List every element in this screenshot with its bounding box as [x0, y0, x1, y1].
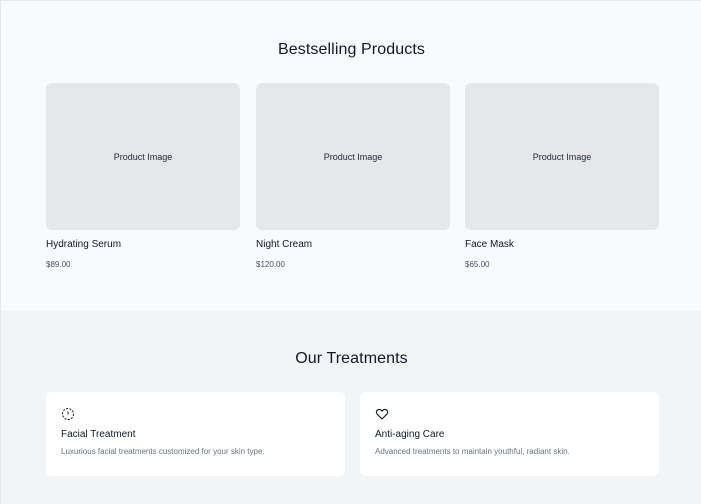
- treatments-title: Our Treatments: [295, 350, 408, 367]
- product-price: $120.00: [256, 260, 285, 269]
- sparkle-icon: [62, 408, 74, 420]
- treatments-section: Our Treatments Facial Treatment Luxuriou…: [1, 311, 701, 504]
- product-price: $89.00: [46, 260, 71, 269]
- treatment-card-anti-aging[interactable]: Anti-aging Care Advanced treatments to m…: [360, 392, 659, 476]
- product-image[interactable]: Product Image: [46, 83, 240, 230]
- treatment-card-facial[interactable]: Facial Treatment Luxurious facial treatm…: [46, 392, 345, 476]
- product-image[interactable]: Product Image: [256, 83, 450, 230]
- product-image[interactable]: Product Image: [465, 83, 659, 230]
- treatment-description: Luxurious facial treatments customized f…: [61, 447, 265, 456]
- product-name[interactable]: Hydrating Serum: [46, 239, 240, 250]
- product-card-hydrating-serum[interactable]: Product Image Hydrating Serum $89.00: [46, 83, 240, 269]
- product-name[interactable]: Night Cream: [256, 239, 450, 250]
- treatment-description: Advanced treatments to maintain youthful…: [375, 447, 570, 456]
- product-card-face-mask[interactable]: Product Image Face Mask $65.00: [465, 83, 659, 269]
- page: Bestselling Products Product Image Hydra…: [0, 0, 701, 504]
- product-image-label: Product Image: [323, 151, 383, 162]
- heart-icon: [375, 408, 389, 420]
- treatment-title: Anti-aging Care: [375, 429, 445, 440]
- product-price: $65.00: [465, 260, 490, 269]
- treatment-title: Facial Treatment: [61, 429, 136, 440]
- product-name[interactable]: Face Mask: [465, 239, 659, 250]
- product-image-label: Product Image: [532, 151, 592, 162]
- product-card-night-cream[interactable]: Product Image Night Cream $120.00: [256, 83, 450, 269]
- bestsellers-section: Bestselling Products Product Image Hydra…: [1, 1, 701, 311]
- product-image-label: Product Image: [113, 151, 173, 162]
- bestsellers-title: Bestselling Products: [278, 41, 425, 58]
